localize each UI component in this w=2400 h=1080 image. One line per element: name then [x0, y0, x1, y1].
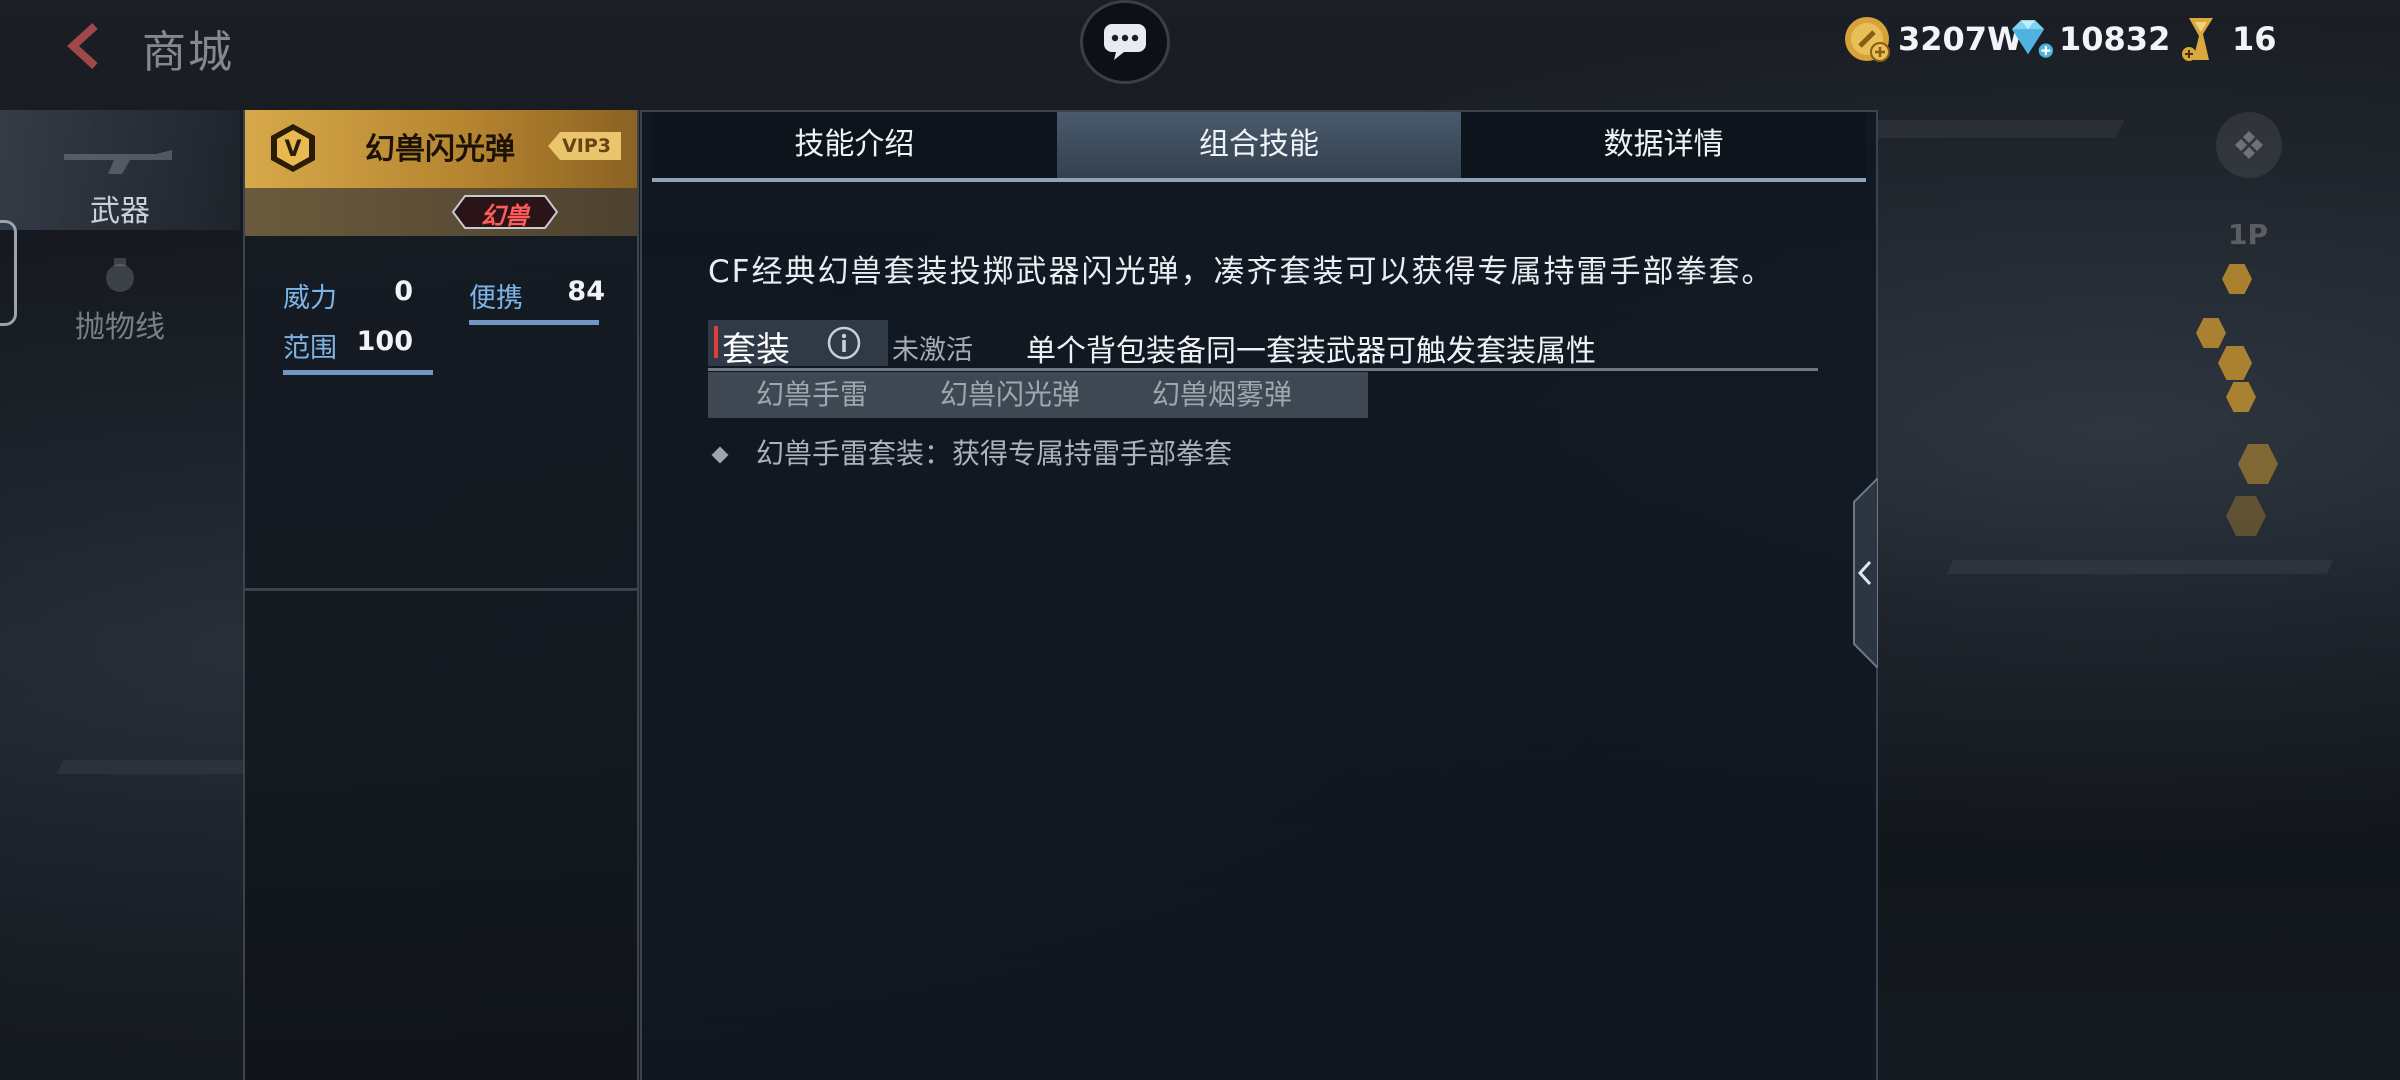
weapon-series-strip: 幻兽 — [245, 188, 637, 236]
series-badge: 幻兽 — [451, 194, 559, 230]
back-button[interactable] — [55, 18, 115, 74]
weapon-name: 幻兽闪光弹 — [365, 132, 515, 167]
chevron-left-icon — [67, 23, 98, 69]
ticket-currency[interactable]: 16 — [2176, 14, 2277, 64]
skill-description: CF经典幻兽套装投掷武器闪光弹，凑齐套装可以获得专属持雷手部拳套。 — [708, 254, 1775, 290]
set-label: 套装 — [722, 330, 790, 370]
nav-item-parabola[interactable]: 抛物线 — [0, 250, 240, 350]
nav-item-weapons[interactable]: 武器 — [0, 110, 240, 230]
hexagon-decor-icon — [2226, 382, 2256, 412]
set-rule-text: 单个背包装备同一套装武器可触发套装属性 — [1026, 334, 1596, 369]
hexagon-decor-icon — [2222, 264, 2252, 294]
stat-label: 威力 — [283, 283, 337, 314]
tab-skill-intro[interactable]: 技能介绍 — [652, 112, 1057, 178]
set-marker — [714, 326, 718, 358]
gold-currency[interactable]: 3207W — [1842, 14, 2022, 64]
set-bonus-text: 幻兽手雷套装：获得专属持雷手部拳套 — [756, 437, 1233, 470]
vip-emblem-icon: V — [271, 124, 315, 172]
hexagon-decor-icon — [2196, 318, 2226, 348]
gamepad-button[interactable] — [2216, 112, 2282, 178]
rifle-icon — [64, 150, 172, 174]
weapon-header: V 幻兽闪光弹 VIP3 — [245, 110, 637, 188]
stat-bar — [469, 320, 599, 325]
svg-text:V: V — [284, 137, 301, 162]
set-member-list: 幻兽手雷 幻兽闪光弹 幻兽烟雾弹 — [708, 372, 1368, 418]
set-member-item: 幻兽烟雾弹 — [1152, 378, 1293, 411]
diamond-currency[interactable]: 10832 — [2003, 14, 2170, 64]
ticket-amount: 16 — [2232, 20, 2277, 58]
stat-value: 100 — [356, 326, 413, 357]
stat-bar — [283, 370, 433, 375]
gamepad-icon — [2235, 131, 2263, 159]
set-status: 未激活 — [892, 335, 973, 366]
tab-combo-skill[interactable]: 组合技能 — [1056, 112, 1462, 178]
stat-value: 0 — [394, 276, 413, 307]
chevron-left-icon — [1853, 475, 1879, 671]
hexagon-decor-icon — [2238, 444, 2278, 484]
nav-label: 抛物线 — [75, 310, 165, 345]
skill-content-panel: 技能介绍 组合技能 数据详情 CF经典幻兽套装投掷武器闪光弹，凑齐套装可以获得专… — [640, 110, 1878, 1080]
info-icon[interactable] — [826, 325, 862, 361]
vip-level-badge: VIP3 — [548, 132, 621, 160]
set-divider — [708, 368, 1818, 371]
player-tag: 1P — [2228, 218, 2269, 251]
ticket-icon — [2176, 14, 2226, 64]
stat-portability: 便携 84 — [469, 276, 605, 325]
diamond-bullet-icon — [711, 446, 729, 464]
series-label: 幻兽 — [481, 202, 529, 230]
gold-coin-icon — [1842, 14, 1892, 64]
stat-label: 便携 — [469, 283, 523, 314]
set-member-item: 幻兽闪光弹 — [940, 378, 1081, 411]
chat-bubble-icon — [1104, 24, 1146, 60]
stat-range: 范围 100 — [283, 326, 433, 375]
diamond-amount: 10832 — [2059, 20, 2171, 58]
chat-button[interactable] — [1080, 0, 1170, 84]
hexagon-decor-icon — [2218, 346, 2252, 380]
stat-label: 范围 — [283, 333, 337, 364]
weapon-info-panel: V 幻兽闪光弹 VIP3 幻兽 威力 0 便携 84 范围 100 — [243, 110, 639, 1080]
tab-data-details[interactable]: 数据详情 — [1461, 112, 1867, 178]
tab-bar: 技能介绍 组合技能 数据详情 — [652, 112, 1867, 178]
panel-divider — [245, 588, 637, 591]
collapse-side-tab[interactable] — [1848, 475, 1879, 671]
stat-value: 84 — [567, 276, 605, 307]
hexagon-decor-icon — [2226, 496, 2266, 536]
diamond-icon — [2003, 14, 2053, 64]
stat-power: 威力 0 — [283, 276, 413, 315]
set-bonus: 幻兽手雷套装：获得专属持雷手部拳套 — [711, 432, 1233, 472]
page-title: 商城 — [142, 27, 234, 78]
set-tag: 套装 — [708, 320, 888, 370]
set-member-item: 幻兽手雷 — [756, 378, 869, 411]
background-streak — [1946, 560, 2334, 574]
nav-label: 武器 — [90, 194, 150, 229]
grenade-icon — [106, 258, 134, 292]
set-header-row: 套装 未激活 单个背包装备同一套装武器可触发套装属性 — [708, 320, 1818, 371]
tab-underline — [652, 178, 1866, 182]
